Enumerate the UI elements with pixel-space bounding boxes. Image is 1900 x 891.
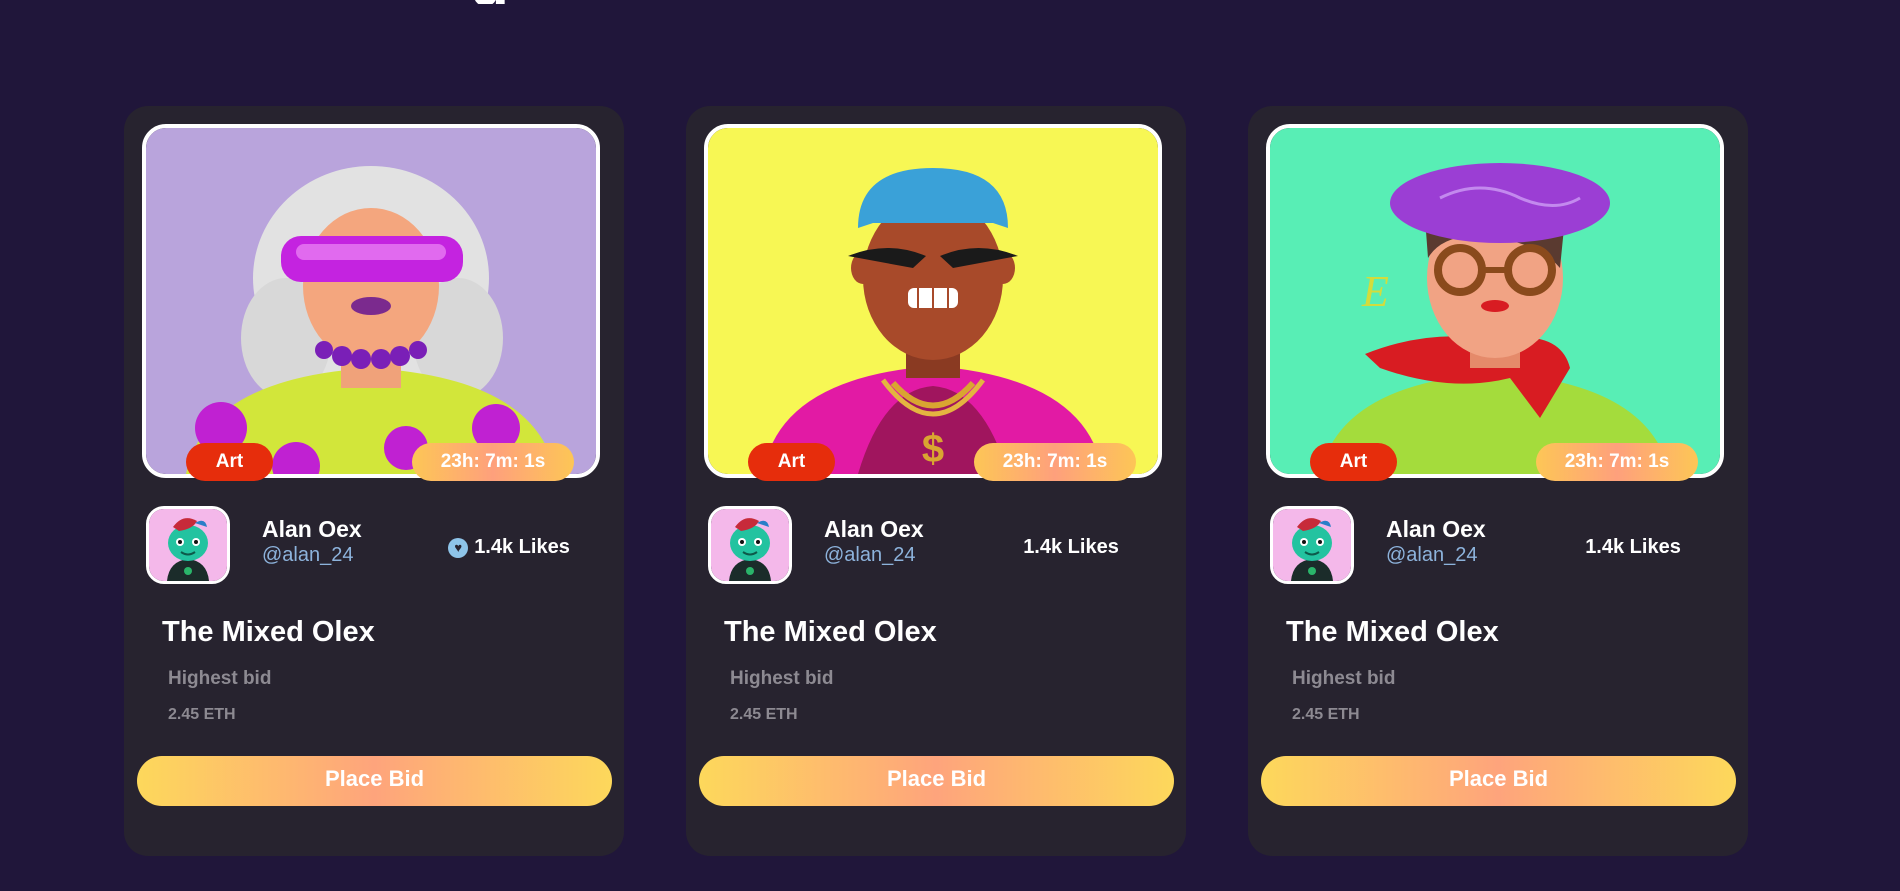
category-badge: Art <box>748 443 835 481</box>
creator-handle[interactable]: @alan_24 <box>824 544 915 567</box>
heart-icon[interactable]: ♥ <box>448 537 469 558</box>
monster-avatar <box>711 509 789 581</box>
highest-bid-value: 2.45 ETH <box>730 706 798 723</box>
creator-avatar[interactable] <box>1270 506 1354 584</box>
creator-name[interactable]: Alan Oex <box>824 516 924 543</box>
creator-avatar[interactable] <box>146 506 230 584</box>
blue-hair-gold-chain-portrait: $ <box>708 128 1158 474</box>
highest-bid-value: 2.45 ETH <box>1292 706 1360 723</box>
creator-handle[interactable]: @alan_24 <box>1386 544 1477 567</box>
nft-title: The Mixed Olex <box>724 616 937 648</box>
page-heading-fragment: g <box>470 0 520 4</box>
nft-artwork[interactable]: $ <box>704 124 1162 478</box>
place-bid-button[interactable]: Place Bid <box>1261 756 1736 806</box>
silver-hair-visor-portrait <box>146 128 596 474</box>
nft-title: The Mixed Olex <box>1286 616 1499 648</box>
creator-name[interactable]: Alan Oex <box>262 516 362 543</box>
likes-label: 1.4k Likes <box>1023 536 1119 558</box>
likes-count[interactable]: ♥ 1.4k Likes <box>434 536 584 559</box>
nft-card: Art 23h: 7m: 1s Alan Oex @alan_24 ♥ 1.4k… <box>124 106 624 856</box>
svg-text:$: $ <box>922 427 944 471</box>
auction-timer: 23h: 7m: 1s <box>412 443 574 481</box>
likes-count[interactable]: 1.4k Likes <box>1558 536 1708 559</box>
creator-handle[interactable]: @alan_24 <box>262 544 353 567</box>
highest-bid-label: Highest bid <box>730 668 834 689</box>
highest-bid-label: Highest bid <box>1292 668 1396 689</box>
nft-card-grid: Art 23h: 7m: 1s Alan Oex @alan_24 ♥ 1.4k… <box>124 106 1748 856</box>
auction-timer: 23h: 7m: 1s <box>974 443 1136 481</box>
nft-card: $ Art 23h: 7m: 1s Alan Oex @alan_24 1.4k… <box>686 106 1186 856</box>
place-bid-button[interactable]: Place Bid <box>699 756 1174 806</box>
highest-bid-label: Highest bid <box>168 668 272 689</box>
highest-bid-value: 2.45 ETH <box>168 706 236 723</box>
svg-text:E: E <box>1361 267 1389 316</box>
category-badge: Art <box>186 443 273 481</box>
likes-count[interactable]: 1.4k Likes <box>996 536 1146 559</box>
nft-card: E Art 23h: 7m: 1s Alan Oex @alan_24 1.4k… <box>1248 106 1748 856</box>
category-badge: Art <box>1310 443 1397 481</box>
auction-timer: 23h: 7m: 1s <box>1536 443 1698 481</box>
purple-beret-red-scarf-portrait: E <box>1270 128 1720 474</box>
nft-title: The Mixed Olex <box>162 616 375 648</box>
nft-artwork[interactable]: E <box>1266 124 1724 478</box>
nft-artwork[interactable] <box>142 124 600 478</box>
creator-name[interactable]: Alan Oex <box>1386 516 1486 543</box>
monster-avatar <box>149 509 227 581</box>
creator-avatar[interactable] <box>708 506 792 584</box>
likes-label: 1.4k Likes <box>474 536 570 558</box>
place-bid-button[interactable]: Place Bid <box>137 756 612 806</box>
monster-avatar <box>1273 509 1351 581</box>
likes-label: 1.4k Likes <box>1585 536 1681 558</box>
